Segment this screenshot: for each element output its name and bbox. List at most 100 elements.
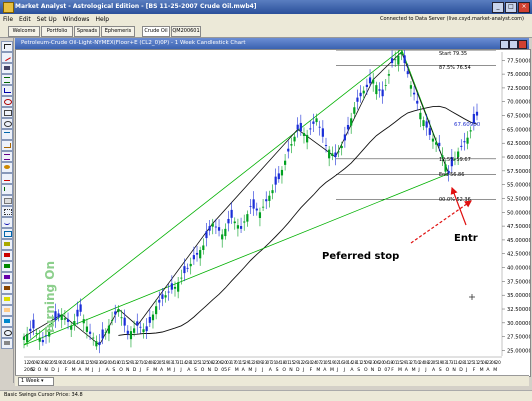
ray-tool-icon[interactable] — [1, 184, 13, 195]
overlay-tool-icon[interactable] — [1, 316, 13, 327]
chart-maximize-button[interactable] — [509, 40, 518, 49]
x-month-label: S — [357, 367, 360, 373]
tab-spreads[interactable]: Spreads — [74, 26, 100, 37]
x-month-label: J — [91, 367, 93, 373]
candle-up — [73, 320, 76, 326]
chart-bottom-bar: 1 Week ▾ — [15, 375, 529, 386]
palette-tool-icon[interactable] — [1, 272, 13, 283]
candlestick-chart[interactable]: 77.50000 75.00000 72.50000 70.00000 67.50000… — [16, 46, 532, 376]
candle-up — [397, 55, 400, 65]
x-month-label: A — [432, 367, 436, 373]
tab-welcome[interactable]: Welcome — [8, 26, 40, 37]
grid-tool-icon[interactable] — [1, 206, 13, 217]
candle-down — [460, 145, 463, 147]
candle-down — [359, 92, 362, 97]
tab-crude-oil[interactable]: Crude Oil — [142, 26, 170, 37]
candle-down — [255, 208, 258, 211]
star-tool-icon[interactable] — [1, 294, 13, 305]
candle-up — [129, 331, 133, 340]
close-button[interactable]: × — [518, 2, 530, 13]
menu-setup[interactable]: Set Up — [34, 14, 60, 25]
square-tool-icon[interactable] — [1, 107, 13, 118]
planet-tool-icon[interactable] — [1, 162, 13, 173]
candle-up — [422, 120, 425, 127]
y-tick-label: 45.00000 — [507, 238, 530, 244]
period-select[interactable]: 1 Week ▾ — [18, 377, 54, 386]
tab-bar: Welcome Portfolio Spreads Ephemeris Crud… — [0, 25, 532, 38]
erase-tool-icon[interactable] — [1, 195, 13, 206]
cycle-tool-icon[interactable] — [1, 129, 13, 140]
candle-down — [214, 226, 217, 228]
last-price-label: 67.60900 — [454, 122, 481, 128]
brush-tool-icon[interactable] — [1, 283, 13, 294]
candle-up — [306, 134, 309, 143]
x-month-label: M — [72, 367, 76, 373]
candle-up — [120, 317, 123, 319]
flag-tool-icon[interactable] — [1, 250, 13, 261]
maximize-button[interactable]: □ — [505, 2, 517, 13]
candle-down — [406, 71, 409, 75]
candle-up — [180, 277, 183, 279]
chart-area[interactable]: 77.50000 75.00000 72.50000 70.00000 67.50000… — [15, 46, 532, 377]
square-of-nine-tool-icon[interactable] — [1, 228, 13, 239]
y-tick-label: 72.50000 — [507, 86, 530, 92]
x-month-label: O — [201, 367, 205, 373]
y-tick-label: 50.00000 — [507, 210, 530, 216]
gann-tool-icon[interactable] — [1, 140, 13, 151]
candle-down — [41, 340, 44, 343]
text-tool-icon[interactable] — [1, 63, 13, 74]
minimize-button[interactable]: _ — [492, 2, 504, 13]
lock-tool-icon[interactable] — [1, 239, 13, 250]
x-month-label: N — [126, 367, 129, 373]
menu-windows[interactable]: Windows — [60, 14, 93, 25]
candle-down — [252, 199, 255, 209]
x-month-label: J — [302, 367, 304, 373]
x-month-label: S — [31, 367, 34, 373]
candle-down — [318, 126, 321, 128]
x-month-label: S — [276, 367, 279, 373]
stop-annotation: Peferred stop — [322, 251, 399, 262]
chart-window-title: Petroleum-Crude Oil-Light-NYMEX(Floor+E … — [21, 40, 246, 46]
x-month-label: O — [38, 367, 42, 373]
candle-up — [387, 74, 391, 76]
tab-qm200601[interactable]: QM200601 — [171, 26, 201, 37]
x-month-label: F — [228, 367, 231, 373]
line-tool-icon[interactable] — [1, 52, 13, 63]
x-month-label: A — [187, 367, 191, 373]
marker-tool-icon[interactable] — [1, 261, 13, 272]
candle-down — [343, 134, 346, 141]
connection-status: Connected to Data Server (live.csyd.mark… — [379, 16, 524, 22]
menu-file[interactable]: File — [0, 14, 16, 25]
candle-down — [88, 331, 92, 334]
settings-tool-icon[interactable] — [1, 338, 13, 349]
chart-minimize-button[interactable] — [500, 40, 509, 49]
circle-tool-icon[interactable] — [1, 96, 13, 107]
chart-close-button[interactable] — [518, 40, 527, 49]
clock-tool-icon[interactable] — [1, 327, 13, 338]
x-month-label: D — [378, 367, 382, 373]
x-month-label: S — [194, 367, 197, 373]
candle-up — [82, 319, 85, 324]
tab-portfolio[interactable]: Portfolio — [41, 26, 73, 37]
x-month-label: N — [371, 367, 374, 373]
x-month-label: D — [296, 367, 300, 373]
tab-ephemeris[interactable]: Ephemeris — [101, 26, 135, 37]
y-tick-label: 40.00000 — [507, 266, 530, 272]
angle-tool-icon[interactable] — [1, 85, 13, 96]
fib-tool-icon[interactable] — [1, 74, 13, 85]
note-tool-icon[interactable] — [1, 305, 13, 316]
y-tick-label: 32.50000 — [507, 307, 530, 313]
channel-tool-icon[interactable] — [1, 151, 13, 162]
wave-tool-icon[interactable] — [1, 217, 13, 228]
candle-up — [38, 337, 41, 342]
zoom-tool-icon[interactable] — [1, 118, 13, 129]
fib-start-label: Start 79.35 — [439, 51, 467, 57]
x-month-label: S — [112, 367, 115, 373]
arrow-tool-icon[interactable] — [1, 173, 13, 184]
candle-up — [293, 136, 296, 142]
pointer-tool-icon[interactable] — [1, 41, 13, 52]
x-month-label: A — [269, 367, 273, 373]
menu-help[interactable]: Help — [92, 14, 112, 25]
menu-edit[interactable]: Edit — [16, 14, 34, 25]
app-icon — [3, 2, 14, 13]
